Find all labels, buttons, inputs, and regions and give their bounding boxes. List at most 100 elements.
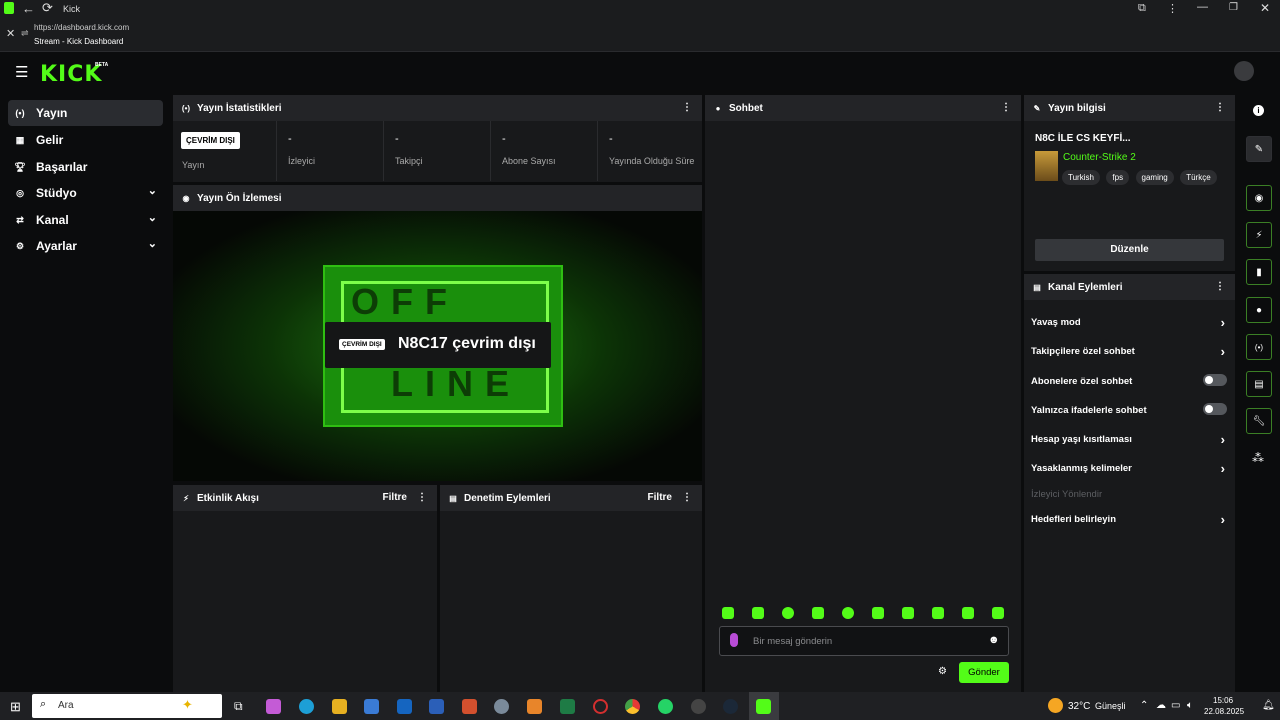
back-icon[interactable]: ← [22, 1, 35, 16]
panel-header: ▤ Kanal Eylemleri ⋮ [1024, 274, 1235, 300]
kick-taskbar-active[interactable] [749, 692, 779, 720]
emote-icon[interactable] [932, 607, 944, 619]
powerpoint-icon[interactable] [462, 699, 477, 714]
emote-icon[interactable] [722, 607, 734, 619]
opera-icon[interactable] [593, 699, 608, 714]
file-explorer-icon[interactable] [332, 699, 347, 714]
tab-title[interactable]: Kick [63, 4, 80, 14]
refresh-icon[interactable]: ⟳ [42, 0, 53, 16]
task-view-icon[interactable]: ⧉ [234, 699, 243, 714]
lightning-icon[interactable]: ⚡︎ [1246, 222, 1272, 248]
tag[interactable]: Turkish [1062, 170, 1100, 185]
tag[interactable]: Türkçe [1180, 170, 1217, 185]
channel-actions-icon[interactable]: ▤ [1246, 371, 1272, 397]
filter-button[interactable]: Filtre [383, 492, 407, 503]
category-link[interactable]: Counter-Strike 2 [1063, 152, 1136, 163]
emote-icon[interactable] [992, 607, 1004, 619]
close-window-icon[interactable]: ✕ [1260, 1, 1270, 15]
emote-icon[interactable] [962, 607, 974, 619]
pencil-icon[interactable]: ✎ [1246, 136, 1272, 162]
clock-time[interactable]: 15:06 [1213, 696, 1233, 705]
stream-stats-panel: (•) Yayın İstatistikleri ⋮ ÇEVRİM DIŞI Y… [173, 95, 702, 182]
office-icon[interactable] [527, 699, 542, 714]
microphone-icon[interactable] [730, 633, 738, 647]
more-options-icon[interactable]: ⋮ [1167, 2, 1178, 15]
document-icon[interactable]: ▮ [1246, 259, 1272, 285]
emote-icon[interactable] [872, 607, 884, 619]
network-icon[interactable]: ▭ [1171, 700, 1180, 711]
filter-button[interactable]: Filtre [648, 492, 672, 503]
kick-logo[interactable]: KICK [40, 62, 102, 87]
clock-date[interactable]: 22.08.2025 [1204, 707, 1244, 716]
extensions-icon[interactable]: ⧉ [1138, 2, 1146, 15]
sidebar-item-studyo[interactable]: ◎ Stüdyo ⌄ [8, 180, 163, 206]
store-icon[interactable] [364, 699, 379, 714]
copilot-icon[interactable] [266, 699, 281, 714]
channel-actions-icon: ▤ [1033, 282, 1041, 292]
close-icon[interactable]: ✕ [6, 27, 15, 40]
emote-icon[interactable] [812, 607, 824, 619]
edit-button[interactable]: Düzenle [1035, 239, 1224, 261]
sidebar-item-yayin[interactable]: (•) Yayın [8, 100, 163, 126]
more-options-icon[interactable]: ⋮ [1215, 281, 1225, 292]
chat-icon[interactable]: ● [1246, 297, 1272, 323]
excel-icon[interactable] [560, 699, 575, 714]
info-icon[interactable]: i [1253, 105, 1264, 116]
action-account-age[interactable]: Hesap yaşı kısıtlaması › [1031, 432, 1229, 447]
edge-icon[interactable] [299, 699, 314, 714]
emote-icon[interactable] [842, 607, 854, 619]
hamburger-menu-icon[interactable]: ☰ [15, 63, 28, 81]
emotes-only-toggle[interactable] [1203, 403, 1227, 415]
app-header: ☰ KICK BETA [0, 52, 1280, 92]
more-options-icon[interactable]: ⋮ [1215, 102, 1225, 113]
taskbar-search[interactable]: ⌕ Ara ✦ [32, 694, 222, 718]
apps-icon[interactable]: ⁂ [1252, 451, 1264, 465]
emote-icon[interactable] [782, 607, 794, 619]
wrench-icon[interactable]: 🔧︎ [1246, 408, 1272, 434]
notifications-icon[interactable]: 🔔︎ [1262, 700, 1275, 711]
whatsapp-icon[interactable] [658, 699, 673, 714]
broadcast-icon[interactable]: (•) [1246, 334, 1272, 360]
panel-header: ◉ Yayın Ön İzlemesi [173, 185, 702, 211]
steam-icon[interactable] [723, 699, 738, 714]
sidebar-item-ayarlar[interactable]: ⚙ Ayarlar ⌄ [8, 233, 163, 259]
more-options-icon[interactable]: ⋮ [682, 492, 692, 503]
chat-input[interactable]: Bir mesaj gönderin ☻ [719, 626, 1009, 656]
emoji-icon[interactable]: ☻ [988, 634, 1000, 646]
windows-start-icon[interactable]: ⊞ [10, 699, 21, 715]
action-banned-words[interactable]: Yasaklanmış kelimeler › [1031, 461, 1229, 476]
site-settings-icon[interactable]: ⇌ [21, 28, 29, 39]
emote-icon[interactable] [902, 607, 914, 619]
minimize-icon[interactable]: — [1197, 1, 1208, 13]
sidebar-item-kanal[interactable]: ⇄ Kanal ⌄ [8, 207, 163, 233]
more-options-icon[interactable]: ⋮ [1001, 102, 1011, 113]
url-text[interactable]: https://dashboard.kick.com [34, 23, 129, 32]
word-icon[interactable] [429, 699, 444, 714]
weather-temp[interactable]: 32°C [1068, 701, 1090, 712]
more-options-icon[interactable]: ⋮ [682, 102, 692, 113]
maximize-icon[interactable]: ❐ [1229, 2, 1238, 13]
sidebar-item-gelir[interactable]: ▦ Gelir [8, 127, 163, 153]
tag[interactable]: fps [1106, 170, 1130, 185]
action-slow-mode[interactable]: Yavaş mod › [1031, 315, 1229, 330]
send-button[interactable]: Gönder [959, 662, 1009, 683]
tag[interactable]: gaming [1135, 170, 1174, 185]
outlook-icon[interactable] [397, 699, 412, 714]
volume-icon[interactable]: 🔈︎ [1187, 700, 1193, 711]
preview-icon[interactable]: ◉ [1246, 185, 1272, 211]
app-icon[interactable] [494, 699, 509, 714]
action-set-goals[interactable]: Hedefleri belirleyin › [1031, 512, 1229, 527]
chevron-up-icon[interactable]: ⌃ [1140, 700, 1148, 711]
beta-label: BETA [95, 62, 109, 68]
sidebar-item-basarilar[interactable]: 🏆︎ Başarılar [8, 154, 163, 180]
more-options-icon[interactable]: ⋮ [417, 492, 427, 503]
cs2-icon[interactable] [691, 699, 706, 714]
offline-overlay: ÇEVRİM DIŞI N8C17 çevrim dışı [325, 322, 551, 368]
avatar[interactable] [1234, 61, 1254, 81]
chrome-icon[interactable] [625, 699, 640, 714]
chat-settings-icon[interactable]: ⚙ [938, 666, 947, 677]
emote-icon[interactable] [752, 607, 764, 619]
onedrive-icon[interactable]: ☁ [1156, 700, 1166, 711]
action-followers-only[interactable]: Takipçilere özel sohbet › [1031, 344, 1229, 359]
subscribers-only-toggle[interactable] [1203, 374, 1227, 386]
